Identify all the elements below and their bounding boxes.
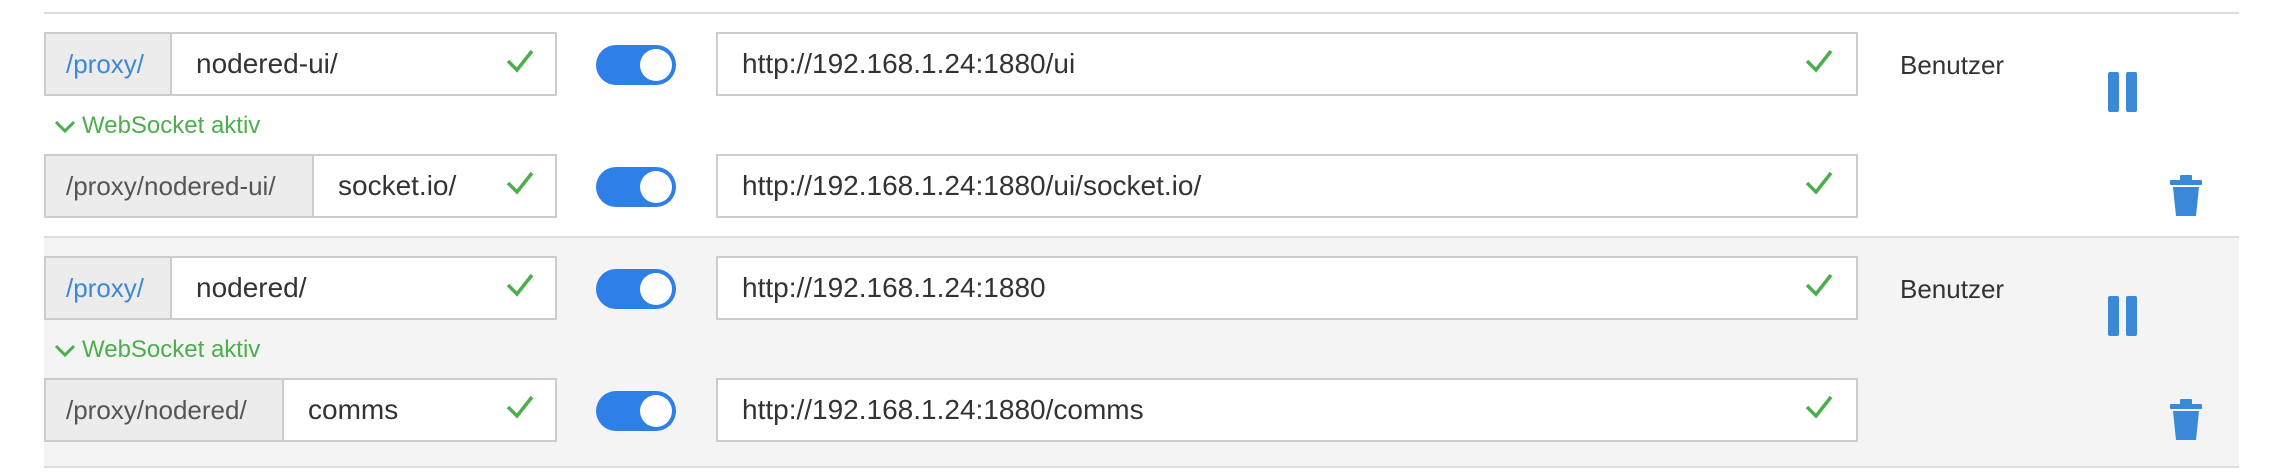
valid-check-icon — [1805, 395, 1833, 419]
websocket-row: /proxy/nodered-ui/ socket.io/ http://192… — [44, 154, 2239, 222]
valid-check-icon — [1805, 49, 1833, 73]
path-input[interactable]: nodered/ — [170, 256, 557, 320]
valid-check-icon — [506, 273, 534, 297]
user-label: Benutzer — [1900, 50, 2005, 80]
pause-button[interactable] — [2108, 72, 2138, 112]
path-prefix: /proxy/ — [44, 32, 172, 96]
path-prefix: /proxy/ — [44, 256, 172, 320]
websocket-label: WebSocket aktiv — [82, 112, 261, 139]
websocket-toggle[interactable]: WebSocket aktiv — [54, 112, 260, 140]
main-row: /proxy/ nodered-ui/ http://192.168.1.24:… — [44, 32, 2239, 112]
websocket-toggle[interactable]: WebSocket aktiv — [54, 336, 260, 364]
user-label: Benutzer — [1900, 274, 2005, 304]
websocket-label: WebSocket aktiv — [82, 336, 261, 363]
valid-check-icon — [506, 171, 534, 195]
path-input[interactable]: nodered-ui/ — [170, 32, 557, 96]
ws-enable-toggle[interactable] — [596, 391, 676, 431]
valid-check-icon — [506, 49, 534, 73]
valid-check-icon — [1805, 171, 1833, 195]
target-url-input[interactable]: http://192.168.1.24:1880/ui — [716, 32, 1858, 96]
chevron-down-icon — [54, 120, 76, 133]
trash-icon[interactable] — [2168, 398, 2204, 442]
ws-path-prefix: /proxy/nodered/ — [44, 378, 284, 442]
valid-check-icon — [1805, 273, 1833, 297]
ws-target-url-input[interactable]: http://192.168.1.24:1880/ui/socket.io/ — [716, 154, 1858, 218]
enable-toggle[interactable] — [596, 45, 676, 85]
trash-icon[interactable] — [2168, 174, 2204, 218]
proxy-rule-2: /proxy/ nodered/ http://192.168.1.24:188… — [44, 236, 2239, 468]
valid-check-icon — [506, 395, 534, 419]
chevron-down-icon — [54, 344, 76, 357]
pause-button[interactable] — [2108, 296, 2138, 336]
main-row: /proxy/ nodered/ http://192.168.1.24:188… — [44, 256, 2239, 336]
target-url-input[interactable]: http://192.168.1.24:1880 — [716, 256, 1858, 320]
ws-enable-toggle[interactable] — [596, 167, 676, 207]
ws-path-prefix: /proxy/nodered-ui/ — [44, 154, 314, 218]
proxy-rule-1: /proxy/ nodered-ui/ http://192.168.1.24:… — [44, 12, 2239, 250]
enable-toggle[interactable] — [596, 269, 676, 309]
websocket-row: /proxy/nodered/ comms http://192.168.1.2… — [44, 378, 2239, 446]
ws-target-url-input[interactable]: http://192.168.1.24:1880/comms — [716, 378, 1858, 442]
